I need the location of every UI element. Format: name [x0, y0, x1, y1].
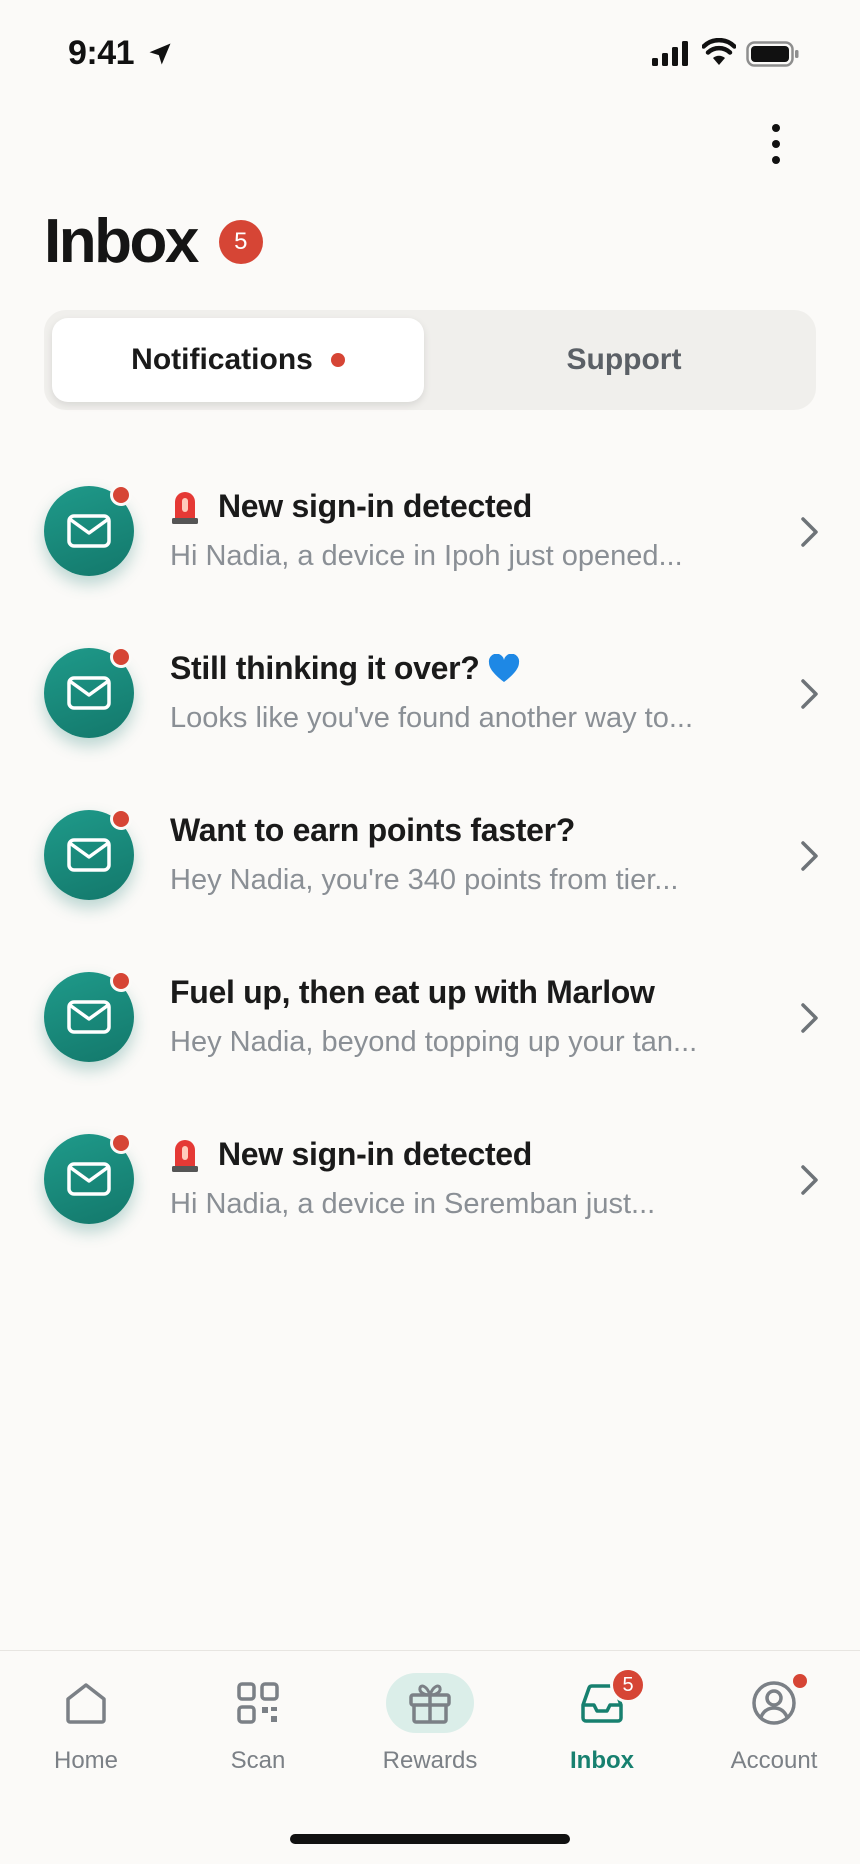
- notifications-unread-dot: [330, 353, 345, 367]
- notification-list: New sign-in detected Hi Nadia, a device …: [0, 450, 860, 1260]
- notification-preview: Hi Nadia, a device in Ipoh just opened..…: [170, 540, 683, 572]
- envelope-icon: [67, 676, 111, 710]
- blue-heart-icon: [488, 653, 519, 682]
- gift-icon: [409, 1684, 451, 1724]
- chevron-right-icon: [801, 679, 818, 709]
- nav-account-dot: [790, 1671, 810, 1691]
- account-icon: [752, 1681, 796, 1725]
- more-dot: [772, 156, 780, 164]
- chevron-right-icon: [801, 517, 818, 547]
- unread-dot: [110, 646, 132, 668]
- battery-icon: [746, 41, 799, 67]
- nav-home-label: Home: [53, 1747, 119, 1774]
- notification-preview: Hi Nadia, a device in Seremban just...: [170, 1188, 656, 1220]
- tab-notifications[interactable]: Notifications: [52, 318, 424, 402]
- status-time: 9:41: [68, 34, 135, 72]
- notification-row[interactable]: Fuel up, then eat up with Marlow Hey Nad…: [0, 936, 860, 1098]
- notification-row[interactable]: Want to earn points faster? Hey Nadia, y…: [0, 774, 860, 936]
- status-bar: 9:41: [0, 0, 860, 110]
- envelope-icon: [67, 1000, 111, 1034]
- unread-count-badge: 5: [218, 219, 263, 264]
- notification-row[interactable]: Still thinking it over? Looks like you'v…: [0, 612, 860, 774]
- notification-row[interactable]: New sign-in detected Hi Nadia, a device …: [0, 450, 860, 612]
- page-title: Inbox: [44, 207, 199, 276]
- nav-rewards-icon-wrap: [386, 1673, 474, 1733]
- chevron-right-icon: [801, 1003, 818, 1033]
- nav-account-label: Account: [730, 1747, 818, 1774]
- notification-title-row: New sign-in detected: [170, 1136, 770, 1173]
- notification-preview: Hey Nadia, beyond topping up your tan...: [170, 1026, 698, 1058]
- tab-support[interactable]: Support: [440, 318, 808, 402]
- cellular-signal-icon: [652, 41, 688, 66]
- notification-title-row: Still thinking it over?: [170, 650, 770, 687]
- siren-icon: [172, 491, 198, 524]
- chevron-right-icon: [801, 841, 818, 871]
- notification-title: New sign-in detected: [218, 488, 533, 524]
- notification-title: New sign-in detected: [218, 1136, 533, 1172]
- nav-inbox[interactable]: 5 Inbox: [532, 1665, 672, 1785]
- nav-rewards[interactable]: Rewards: [360, 1665, 500, 1785]
- nav-inbox-icon-wrap: 5: [558, 1667, 646, 1733]
- nav-home[interactable]: Home: [16, 1665, 156, 1785]
- more-dot: [772, 124, 780, 132]
- unread-dot: [110, 484, 132, 506]
- nav-inbox-label: Inbox: [570, 1747, 634, 1774]
- siren-icon: [172, 1139, 198, 1172]
- notification-title-row: New sign-in detected: [170, 488, 770, 525]
- envelope-icon: [67, 514, 111, 548]
- nav-inbox-badge: 5: [610, 1667, 646, 1703]
- notification-title-row: Want to earn points faster?: [170, 812, 770, 849]
- tab-support-label: Support: [566, 343, 682, 376]
- location-arrow-icon: [149, 43, 171, 65]
- notification-preview: Hey Nadia, you're 340 points from tier..…: [170, 864, 679, 896]
- notification-row[interactable]: New sign-in detected Hi Nadia, a device …: [0, 1098, 860, 1260]
- inbox-segmented-control: Notifications Support: [44, 310, 816, 410]
- unread-dot: [110, 970, 132, 992]
- nav-scan-icon-wrap: [214, 1673, 302, 1733]
- nav-home-icon-wrap: [42, 1673, 130, 1733]
- more-dot: [772, 140, 780, 148]
- unread-dot: [110, 1132, 132, 1154]
- scan-icon: [237, 1682, 279, 1724]
- notification-preview: Looks like you've found another way to..…: [170, 702, 694, 734]
- notification-title: Still thinking it over?: [170, 650, 480, 686]
- chevron-right-icon: [801, 1165, 818, 1195]
- nav-account[interactable]: Account: [704, 1665, 844, 1785]
- nav-account-icon-wrap: [730, 1671, 818, 1733]
- tab-notifications-label: Notifications: [131, 343, 313, 376]
- unread-dot: [110, 808, 132, 830]
- bottom-tab-bar: Home Scan Rewards 5 Inbox Account: [0, 1650, 860, 1864]
- nav-rewards-label: Rewards: [382, 1747, 478, 1774]
- more-options-button[interactable]: [756, 118, 796, 170]
- nav-scan-label: Scan: [230, 1747, 286, 1774]
- title-row: Inbox 5: [44, 206, 263, 277]
- notification-title: Fuel up, then eat up with Marlow: [170, 974, 655, 1010]
- home-icon: [66, 1683, 106, 1724]
- home-indicator: [290, 1834, 570, 1844]
- notification-title: Want to earn points faster?: [170, 812, 575, 848]
- envelope-icon: [67, 1162, 111, 1196]
- notification-title-row: Fuel up, then eat up with Marlow: [170, 974, 770, 1011]
- wifi-icon: [702, 38, 736, 65]
- nav-scan[interactable]: Scan: [188, 1665, 328, 1785]
- envelope-icon: [67, 838, 111, 872]
